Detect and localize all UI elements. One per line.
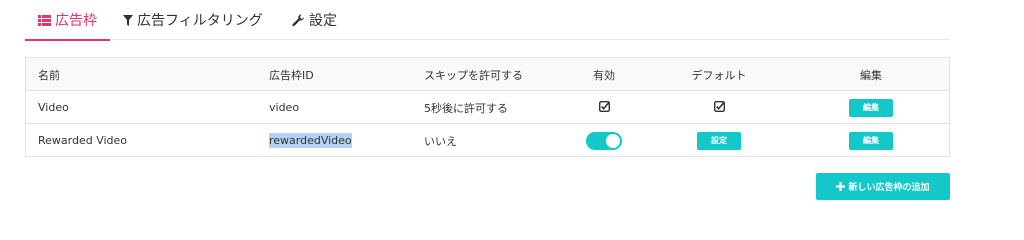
edit-cell: 編集 [836,91,906,124]
ad-slots-table: 名前 広告枠ID スキップを許可する 有効 デフォルト 編集 Video vid… [25,57,950,157]
checkbox-checked-icon[interactable] [713,100,725,115]
enabled-cell [574,124,634,157]
set-default-button[interactable]: 設定 [697,131,741,150]
plus-icon [836,181,846,193]
tab-ad-filtering[interactable]: 広告フィルタリング [123,0,263,40]
column-header-edit: 編集 [860,68,882,82]
table-row: Rewarded Video rewardedVideo いいえ 設定 編集 [26,124,949,157]
column-header-name: 名前 [38,68,60,82]
column-header-default: デフォルト [691,68,747,82]
column-header-id: 広告枠ID [269,68,314,82]
filter-icon [123,14,133,26]
row-skip: 5秒後に許可する [424,101,508,115]
default-cell [678,91,760,124]
edit-button[interactable]: 編集 [849,98,893,117]
enabled-cell [574,91,634,124]
edit-cell: 編集 [836,124,906,157]
default-cell: 設定 [678,124,760,157]
tab-bar: 広告枠 広告フィルタリング 設定 [25,0,950,41]
row-id: video [269,101,300,114]
tab-ad-slots[interactable]: 広告枠 [25,0,110,41]
row-id: rewardedVideo [269,133,352,148]
tab-label: 設定 [309,13,337,29]
column-header-enabled: 有効 [593,68,615,82]
tab-label: 広告枠 [55,13,97,29]
list-icon [38,14,51,26]
checkbox-checked-icon[interactable] [598,100,610,115]
row-name: Rewarded Video [38,134,128,147]
wrench-icon [292,13,305,27]
row-name: Video [38,101,69,114]
table-header: 名前 広告枠ID スキップを許可する 有効 デフォルト 編集 [26,58,949,91]
table-row: Video video 5秒後に許可する 編集 [26,91,949,124]
column-header-skip: スキップを許可する [424,68,523,82]
row-id-cell: rewardedVideo [269,124,352,157]
tab-settings[interactable]: 設定 [292,0,337,40]
tab-label: 広告フィルタリング [137,13,263,29]
add-button-label: 新しい広告枠の追加 [848,183,930,193]
row-skip: いいえ [424,134,457,148]
enabled-toggle[interactable] [586,131,622,150]
edit-button[interactable]: 編集 [849,131,893,150]
add-ad-slot-button[interactable]: 新しい広告枠の追加 [816,173,950,200]
toggle-knob [606,133,620,148]
